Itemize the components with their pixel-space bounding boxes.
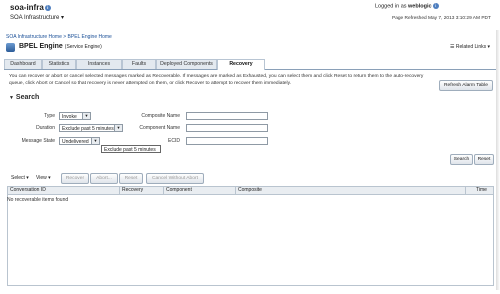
- instructions-line-1: You can recover or abort or cancel selec…: [9, 74, 424, 79]
- composite-name-label: Composite Name: [141, 113, 180, 119]
- bpel-engine-icon: [6, 43, 15, 52]
- message-state-select-value: Undelivered: [62, 139, 89, 145]
- abort-button[interactable]: Abort...: [90, 173, 118, 184]
- duration-tooltip: Exclude past 5 minutes: [101, 145, 161, 153]
- ecid-input[interactable]: [186, 137, 268, 145]
- tab-dashboard[interactable]: Dashboard: [4, 59, 42, 69]
- recovery-table: [7, 186, 494, 286]
- column-component[interactable]: Component: [164, 187, 236, 194]
- info-icon[interactable]: i: [432, 3, 439, 9]
- cancel-without-abort-button[interactable]: Cancel Without Abort: [146, 173, 204, 184]
- tab-deployed-components[interactable]: Deployed Components: [156, 59, 217, 69]
- instructions-line-2: queue, click Abort or Cancel so that rec…: [9, 80, 292, 86]
- recovery-instructions: You can recover or abort or cancel selec…: [9, 74, 437, 87]
- page-refreshed-timestamp: Page Refreshed May 7, 2013 3:10:29 AM PD…: [392, 16, 491, 21]
- component-name-input[interactable]: [186, 124, 268, 132]
- message-state-select[interactable]: Undelivered ▼: [59, 137, 100, 145]
- login-status: Logged in as weblogic i: [375, 3, 439, 9]
- duration-label: Duration: [36, 125, 55, 131]
- type-label: Type: [44, 113, 55, 119]
- column-composite[interactable]: Composite: [236, 187, 466, 194]
- related-links-menu[interactable]: ☰ Related Links ▾: [450, 44, 490, 50]
- component-name-label: Component Name: [139, 125, 180, 131]
- tab-bar: Dashboard Statistics Instances Faults De…: [4, 59, 496, 70]
- tab-instances[interactable]: Instances: [76, 59, 122, 69]
- column-recovery[interactable]: Recovery: [120, 187, 164, 194]
- column-time[interactable]: Time: [474, 187, 493, 194]
- page-shadow: [496, 30, 500, 290]
- username[interactable]: weblogic: [408, 3, 432, 9]
- page-subtitle: (Service Engine): [64, 44, 102, 50]
- breadcrumb[interactable]: SOA Infrastructure Home > BPEL Engine Ho…: [6, 34, 112, 40]
- page-title-text: BPEL Engine: [19, 43, 63, 50]
- empty-table-message: No recoverable items found: [7, 197, 69, 203]
- message-state-label: Message State: [21, 138, 55, 144]
- duration-select-value: Exclude past 5 minutes: [62, 126, 114, 132]
- chevron-down-icon[interactable]: ▼: [91, 138, 99, 144]
- app-name: soa-infra: [10, 3, 44, 12]
- info-icon[interactable]: i: [44, 4, 51, 11]
- collapse-triangle-icon[interactable]: ▼: [9, 95, 14, 101]
- chevron-down-icon[interactable]: ▼: [114, 125, 122, 131]
- target-navigation-menu[interactable]: SOA Infrastructure ▾: [10, 14, 64, 21]
- search-button[interactable]: Search: [450, 154, 473, 165]
- tab-faults[interactable]: Faults: [122, 59, 156, 69]
- page-title: BPEL Engine (Service Engine): [19, 43, 102, 50]
- reset-button[interactable]: Reset: [119, 173, 143, 184]
- logged-in-label: Logged in as: [375, 3, 407, 10]
- related-links-label: Related Links ▾: [455, 44, 491, 50]
- duration-select[interactable]: Exclude past 5 minutes ▼: [59, 124, 123, 132]
- refresh-alarm-table-button[interactable]: Refresh Alarm Table: [439, 80, 493, 91]
- view-menu[interactable]: View ▾: [36, 175, 51, 181]
- select-menu[interactable]: Select ▾: [11, 175, 29, 181]
- chevron-down-icon[interactable]: ▼: [82, 113, 90, 119]
- table-header: Conversation ID Recovery Component Compo…: [7, 186, 494, 195]
- composite-name-input[interactable]: [186, 112, 268, 120]
- recover-button[interactable]: Recover: [61, 173, 89, 184]
- search-header[interactable]: ▼ Search: [9, 94, 39, 101]
- app-title: soa-infra i: [10, 3, 51, 12]
- ecid-label: ECID: [168, 138, 180, 144]
- tab-recovery[interactable]: Recovery: [217, 59, 265, 70]
- type-select[interactable]: Invoke ▼: [59, 112, 91, 120]
- related-links-icon: ☰: [450, 44, 455, 50]
- reset-search-button[interactable]: Reset: [474, 154, 494, 165]
- tab-statistics[interactable]: Statistics: [42, 59, 76, 69]
- type-select-value: Invoke: [62, 114, 77, 120]
- search-header-label: Search: [15, 94, 40, 101]
- column-conversation-id[interactable]: Conversation ID: [8, 187, 120, 194]
